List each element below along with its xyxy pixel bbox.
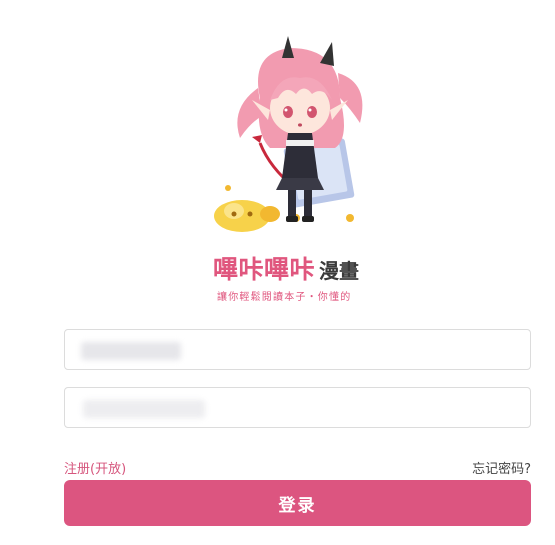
logo-title-dark: 漫畫 — [319, 259, 360, 283]
blurred-password-text — [83, 400, 205, 418]
password-field[interactable] — [64, 387, 531, 428]
logo-title-pink: 嗶咔嗶咔 — [213, 255, 316, 284]
blurred-username-text — [81, 342, 181, 360]
forgot-password-link[interactable]: 忘记密码? — [472, 458, 531, 477]
auth-links: 注册(开放) 忘记密码? — [64, 458, 531, 477]
logo-tagline: 讓你輕鬆閱讀本子・你懂的 — [217, 292, 352, 303]
login-button[interactable]: 登录 — [64, 480, 531, 526]
app-logo: 嗶咔嗶咔 漫畫 讓你輕鬆閱讀本子・你懂的 — [213, 250, 393, 303]
username-field[interactable] — [64, 329, 531, 370]
register-link[interactable]: 注册(开放) — [64, 458, 126, 477]
mascot-illustration — [214, 36, 363, 232]
